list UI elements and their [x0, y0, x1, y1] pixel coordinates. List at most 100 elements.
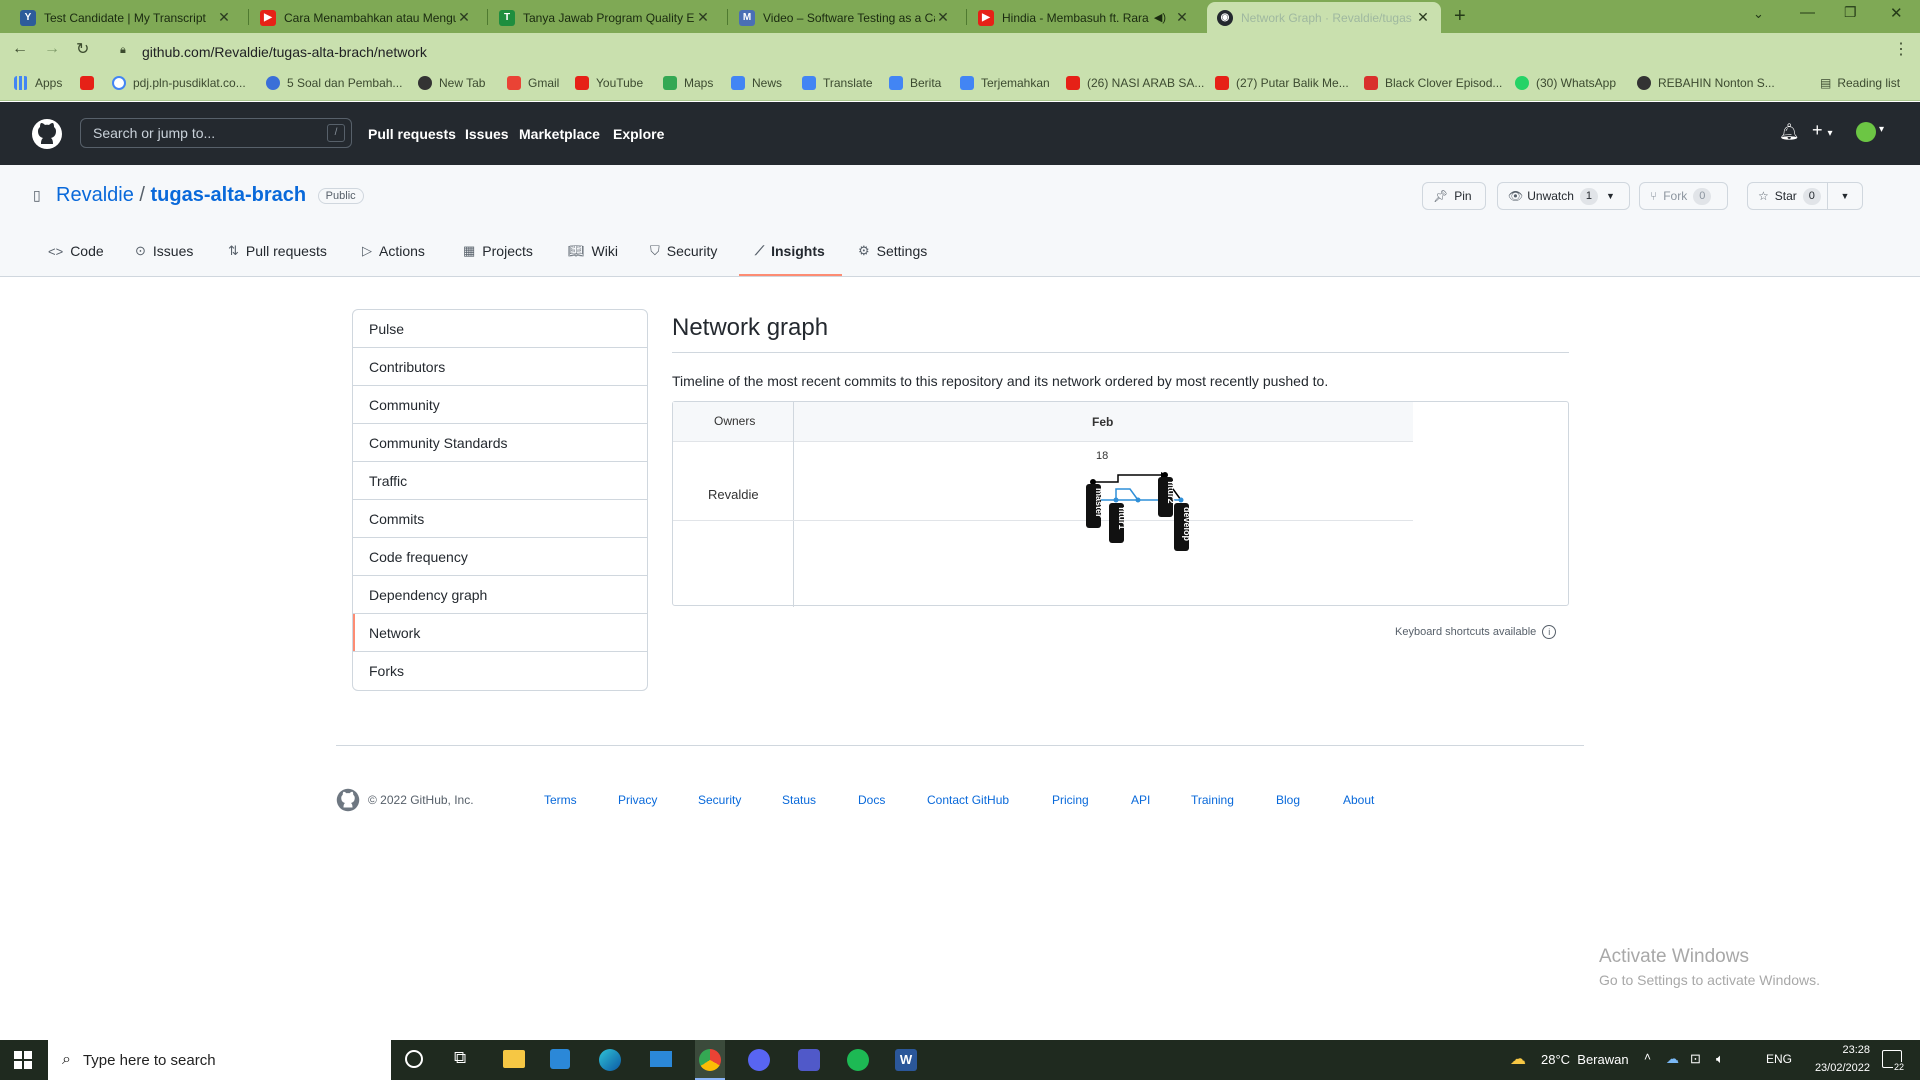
branch-label-fitur2[interactable]: fitur2 [1158, 477, 1176, 517]
chevron-up-icon[interactable]: ˄ [1644, 1050, 1651, 1064]
new-tab-icon[interactable]: + [1454, 5, 1466, 28]
bookmark-item[interactable]: Terjemahkan [960, 76, 1050, 90]
spotify-icon[interactable] [847, 1049, 869, 1071]
bookmark-item[interactable] [80, 76, 101, 90]
bookmark-item[interactable]: (27) Putar Balik Me... [1215, 76, 1349, 90]
address-bar[interactable]: 🔒︎ github.com/Revaldie/tugas-alta-brach/… [108, 38, 1898, 66]
footer-link-about[interactable]: About [1343, 793, 1374, 807]
reload-icon[interactable]: ↻ [76, 39, 89, 59]
sidebar-item-code-frequency[interactable]: Code frequency [353, 538, 647, 576]
minimize-icon[interactable]: — [1800, 4, 1815, 21]
taskbar-chrome-button[interactable] [695, 1040, 725, 1080]
speaker-icon[interactable]: ◀) [1154, 11, 1166, 24]
commit-node[interactable] [1135, 497, 1141, 503]
footer-link-contact[interactable]: Contact GitHub [927, 793, 1009, 807]
clock-date[interactable]: 23/02/2022 [1808, 1062, 1870, 1074]
restore-icon[interactable]: ❐ [1844, 4, 1857, 21]
tab-security[interactable]: ⛉ Security [650, 243, 717, 259]
network-icon[interactable]: ⊡ [1690, 1051, 1701, 1067]
bookmark-item[interactable]: (30) WhatsApp [1515, 76, 1616, 90]
fork-button[interactable]: ⑂ Fork 0 [1639, 182, 1728, 210]
browser-tab[interactable]: ▶ Cara Menambahkan atau Mengu ✕ [250, 2, 482, 33]
browser-tab[interactable]: Y Test Candidate | My Transcript ✕ [10, 2, 242, 33]
repo-name-link[interactable]: tugas-alta-brach [151, 184, 307, 206]
forward-icon[interactable]: → [44, 40, 60, 58]
close-icon[interactable]: ✕ [695, 9, 711, 26]
sidebar-item-forks[interactable]: Forks [353, 652, 647, 690]
close-icon[interactable]: ✕ [935, 9, 951, 26]
branch-label-fitur1[interactable]: fitur1 [1109, 503, 1127, 543]
sidebar-item-community-standards[interactable]: Community Standards [353, 424, 647, 462]
repo-owner-link[interactable]: Revaldie [56, 184, 134, 206]
commit-node[interactable] [1113, 497, 1119, 503]
footer-link-training[interactable]: Training [1191, 793, 1234, 807]
cortana-icon[interactable] [405, 1050, 423, 1068]
bookmark-item[interactable]: (26) NASI ARAB SA... [1066, 76, 1204, 90]
sidebar-item-pulse[interactable]: Pulse [353, 310, 647, 348]
sidebar-item-dependency-graph[interactable]: Dependency graph [353, 576, 647, 614]
footer-link-api[interactable]: API [1131, 793, 1150, 807]
tab-settings[interactable]: ⚙ Settings [858, 243, 927, 259]
star-button[interactable]: ☆ Star 0 [1747, 182, 1828, 210]
sidebar-item-contributors[interactable]: Contributors [353, 348, 647, 386]
bookmark-apps[interactable]: Apps [14, 76, 62, 90]
branch-label-master[interactable]: master [1086, 484, 1104, 528]
tab-issues[interactable]: ⊙ Issues [135, 243, 193, 259]
nav-pull-requests[interactable]: Pull requests [368, 126, 456, 142]
chevron-down-icon[interactable]: ▾ [1879, 124, 1884, 135]
footer-link-status[interactable]: Status [782, 793, 816, 807]
file-explorer-icon[interactable] [503, 1050, 525, 1068]
sidebar-item-traffic[interactable]: Traffic [353, 462, 647, 500]
close-icon[interactable]: ✕ [1415, 9, 1431, 26]
footer-link-pricing[interactable]: Pricing [1052, 793, 1089, 807]
browser-tab[interactable]: ▶ Hindia - Membasuh ft. Rara ◀) ✕ [968, 2, 1200, 33]
footer-link-privacy[interactable]: Privacy [618, 793, 657, 807]
teams-icon[interactable] [798, 1049, 820, 1071]
discord-icon[interactable] [748, 1049, 770, 1071]
tab-search-icon[interactable]: ⌄ [1753, 6, 1764, 22]
clock-time[interactable]: 23:28 [1818, 1044, 1870, 1056]
windows-start-icon[interactable] [14, 1051, 32, 1069]
tab-insights[interactable]: ⟋ Insights [755, 243, 825, 259]
onedrive-icon[interactable]: ☁ [1666, 1051, 1679, 1067]
nav-issues[interactable]: Issues [465, 126, 509, 142]
close-icon[interactable]: ✕ [456, 9, 472, 26]
word-icon[interactable]: W [895, 1049, 917, 1071]
bookmark-item[interactable]: Gmail [507, 76, 559, 90]
tab-actions[interactable]: ▷ Actions [362, 243, 425, 259]
tab-wiki[interactable]: 📖︎ Wiki [568, 243, 618, 259]
reading-list[interactable]: ▤ Reading list [1820, 76, 1900, 90]
browser-tab[interactable]: M Video – Software Testing as a Ca ✕ [729, 2, 961, 33]
search-input[interactable]: Search or jump to... / [80, 118, 352, 148]
back-icon[interactable]: ← [12, 40, 28, 58]
weather-text[interactable]: 28°C Berawan [1541, 1052, 1629, 1067]
bookmark-item[interactable]: 5 Soal dan Pembah... [266, 76, 402, 90]
bookmark-item[interactable]: New Tab [418, 76, 485, 90]
create-new-icon[interactable]: + ▾ [1812, 120, 1833, 141]
tab-code[interactable]: <> Code [48, 243, 104, 259]
unwatch-button[interactable]: 👁︎ Unwatch 1 ▼ [1497, 182, 1630, 210]
star-dropdown-button[interactable]: ▼ [1827, 182, 1863, 210]
browser-tab-active[interactable]: ◉ Network Graph · Revaldie/tugas ✕ [1207, 2, 1441, 33]
bookmark-item[interactable]: YouTube [575, 76, 643, 90]
language-indicator[interactable]: ENG [1766, 1052, 1792, 1066]
bookmark-item[interactable]: pdj.pln-pusdiklat.co... [112, 76, 246, 90]
commit-node[interactable] [1178, 497, 1184, 503]
mail-icon[interactable] [650, 1051, 672, 1067]
notifications-bell-icon[interactable]: 🔔︎ [1779, 122, 1799, 142]
sidebar-item-community[interactable]: Community [353, 386, 647, 424]
keyboard-shortcuts-link[interactable]: Keyboard shortcuts available i [1395, 625, 1557, 639]
close-window-icon[interactable]: ✕ [1890, 4, 1903, 22]
sidebar-item-network[interactable]: Network [353, 614, 647, 652]
pin-button[interactable]: 📌︎ Pin [1422, 182, 1486, 210]
nav-marketplace[interactable]: Marketplace [519, 126, 600, 142]
network-graph-canvas[interactable]: Owners Feb 18 Revaldie master fitur1 fit… [672, 401, 1569, 607]
footer-link-terms[interactable]: Terms [544, 793, 577, 807]
taskbar-search-input[interactable]: ⌕ Type here to search [48, 1040, 391, 1080]
github-logo-icon[interactable] [336, 788, 360, 812]
user-avatar[interactable] [1856, 122, 1876, 142]
speaker-icon[interactable]: 🔈︎ [1716, 1051, 1724, 1067]
tab-pull-requests[interactable]: ⇅ Pull requests [228, 243, 327, 259]
owner-label[interactable]: Revaldie [708, 487, 759, 502]
footer-link-security[interactable]: Security [698, 793, 741, 807]
